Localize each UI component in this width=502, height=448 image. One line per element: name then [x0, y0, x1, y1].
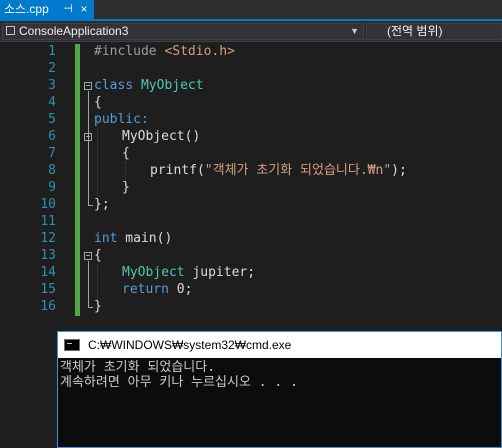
chevron-down-icon[interactable]: ▼ — [350, 24, 359, 39]
include-header: <Stdio.h> — [164, 44, 235, 59]
scope-label: (전역 범위) — [387, 24, 443, 38]
collapse-constructor-icon[interactable] — [84, 133, 92, 141]
outline-guide-end — [88, 205, 93, 206]
line-number: 14 — [40, 265, 56, 280]
class-name: MyObject — [140, 78, 204, 93]
line-number: 3 — [48, 78, 56, 93]
code-line-3[interactable]: class MyObject — [94, 77, 204, 94]
line-number: 12 — [40, 231, 56, 246]
code-line-7[interactable]: { — [122, 145, 130, 162]
line-number: 4 — [48, 95, 56, 110]
keyword-return: return — [122, 282, 169, 297]
console-titlebar[interactable]: C:₩WINDOWS₩system32₩cmd.exe — [58, 332, 501, 358]
line-number: 1 — [48, 44, 56, 59]
line-number: 2 — [48, 61, 56, 76]
line-number: 16 — [40, 299, 56, 314]
tab-source-cpp[interactable]: 소스.cpp ⊣ × — [0, 0, 94, 19]
tab-title: 소스.cpp — [4, 2, 49, 16]
code-line-4[interactable]: { — [94, 94, 102, 111]
project-icon — [6, 26, 15, 35]
main-signature: main() — [117, 231, 173, 246]
code-line-14[interactable]: MyObject jupiter; — [122, 264, 255, 281]
code-line-13[interactable]: { — [94, 247, 102, 264]
string-literal: "객체가 초기화 되었습니다.₩n" — [204, 163, 392, 178]
return-value: 0; — [168, 282, 193, 297]
scope-dropdown[interactable]: (전역 범위) — [366, 23, 502, 40]
console-line: 객체가 초기화 되었습니다. — [60, 360, 216, 375]
keyword-int: int — [94, 231, 118, 246]
line-number: 10 — [40, 197, 56, 212]
code-line-10[interactable]: }; — [94, 196, 110, 213]
keyword-public: public: — [94, 112, 149, 127]
variable-decl: jupiter; — [184, 265, 256, 280]
code-line-9[interactable]: } — [122, 179, 130, 196]
code-line-1[interactable]: #include <Stdio.h> — [94, 43, 235, 60]
line-number: 15 — [40, 282, 56, 297]
printf-call: printf( — [150, 163, 205, 178]
outline-guide — [88, 261, 89, 307]
console-icon — [64, 339, 80, 351]
code-line-6[interactable]: MyObject() — [122, 128, 200, 145]
line-number: 8 — [48, 163, 56, 178]
close-icon[interactable]: × — [78, 0, 90, 19]
line-number: 5 — [48, 112, 56, 127]
navigation-bar: ConsoleApplication3 ▼ (전역 범위) — [0, 21, 502, 42]
line-number: 13 — [40, 248, 56, 263]
project-dropdown[interactable]: ConsoleApplication3 ▼ — [2, 23, 364, 40]
type-name: MyObject — [122, 265, 185, 280]
console-output: 객체가 초기화 되었습니다. 계속하려면 아무 키나 누르십시오 . . . — [60, 360, 298, 390]
keyword-class: class — [94, 78, 141, 93]
line-number: 7 — [48, 146, 56, 161]
outline-guide — [88, 91, 89, 205]
change-tracking-bar — [75, 44, 80, 316]
code-line-8[interactable]: printf("객체가 초기화 되었습니다.₩n"); — [150, 162, 407, 179]
code-line-15[interactable]: return 0; — [122, 281, 192, 298]
code-line-5[interactable]: public: — [94, 111, 149, 128]
line-number: 11 — [40, 214, 56, 229]
console-line: 계속하려면 아무 키나 누르십시오 . . . — [60, 375, 298, 390]
line-number: 9 — [48, 180, 56, 195]
code-line-16[interactable]: } — [94, 298, 102, 315]
pin-icon[interactable]: ⊣ — [62, 0, 74, 19]
include-directive: #include — [94, 44, 165, 59]
console-title: C:₩WINDOWS₩system32₩cmd.exe — [88, 338, 292, 352]
document-tab-strip: 소스.cpp ⊣ × — [0, 0, 502, 21]
code-line-12[interactable]: int main() — [94, 230, 172, 247]
outline-guide-end — [88, 307, 93, 308]
printf-close: ); — [391, 163, 407, 178]
line-number: 6 — [48, 129, 56, 144]
console-window[interactable]: C:₩WINDOWS₩system32₩cmd.exe 객체가 초기화 되었습니… — [57, 331, 502, 448]
collapse-main-icon[interactable] — [84, 252, 92, 260]
collapse-class-icon[interactable] — [84, 82, 92, 90]
project-label: ConsoleApplication3 — [19, 24, 129, 38]
